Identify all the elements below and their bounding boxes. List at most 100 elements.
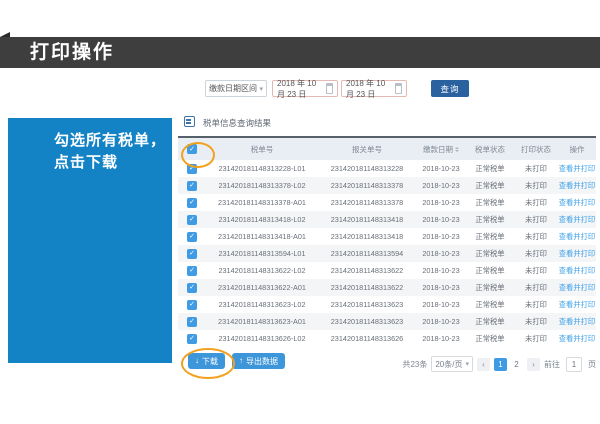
table-header-row: ✓ 税单号 报关单号 缴款日期 税单状态 打印状态 操作 [178, 138, 596, 160]
check-icon: ✓ [189, 284, 195, 291]
cell-date: 2018-10-23 [416, 334, 466, 343]
table-row: ✓231420181148313378-A0123142018114831337… [178, 194, 596, 211]
cell-status: 正常税单 [466, 266, 514, 276]
row-checkbox[interactable]: ✓ [187, 198, 197, 208]
prev-page-button[interactable]: ‹ [477, 358, 490, 371]
row-checkbox[interactable]: ✓ [187, 334, 197, 344]
section-header: 税单信息查询结果 [178, 112, 596, 138]
calendar-icon [326, 83, 333, 94]
cell-tax_no: 231420181148313623-A01 [206, 317, 318, 326]
page-number-button[interactable]: 1 [494, 358, 507, 371]
cell-date: 2018-10-23 [416, 164, 466, 173]
results-section: 税单信息查询结果 ✓ 税单号 报关单号 缴款日期 税单状态 打印状态 操作 [178, 112, 596, 347]
view-print-link[interactable]: 查看并打印 [559, 232, 595, 242]
chevron-down-icon: ▾ [465, 360, 469, 368]
table-row: ✓ 231420181148313623-L0223142018114831362… [178, 296, 596, 313]
row-checkbox[interactable]: ✓ [187, 317, 197, 327]
table-body: ✓ 231420181148313228-L0123142018114831322… [178, 160, 596, 347]
cell-print_status: 未打印 [514, 249, 558, 259]
screenshot-root: 打印操作 缴款日期区间 ▾ 2018 年 10 月 23 日 2018 年 10… [0, 0, 600, 424]
check-icon: ✓ [189, 216, 195, 223]
export-data-button[interactable]: ↑ 导出数据 [232, 353, 285, 369]
cell-date: 2018-10-23 [416, 215, 466, 224]
cell-status: 正常税单 [466, 215, 514, 225]
cell-tax_no: 231420181148313626-L02 [206, 334, 318, 343]
cell-date: 2018-10-23 [416, 181, 466, 190]
cell-date: 2018-10-23 [416, 317, 466, 326]
document-icon [184, 116, 195, 127]
cell-print_status: 未打印 [514, 164, 558, 174]
row-checkbox[interactable]: ✓ [187, 300, 197, 310]
cell-tax_no: 231420181148313418-L02 [206, 215, 318, 224]
cell-date: 2018-10-23 [416, 232, 466, 241]
column-header-actions: 操作 [558, 144, 596, 155]
check-icon: ✓ [189, 301, 195, 308]
view-print-link[interactable]: 查看并打印 [559, 164, 595, 174]
view-print-link[interactable]: 查看并打印 [559, 249, 595, 259]
table-row: ✓ 231420181148313418-L0223142018114831341… [178, 211, 596, 228]
row-checkbox[interactable]: ✓ [187, 249, 197, 259]
cell-tax_no: 231420181148313622-L02 [206, 266, 318, 275]
view-print-link[interactable]: 查看并打印 [559, 215, 595, 225]
sort-icon[interactable] [455, 147, 459, 152]
instruction-text: 勾选所有税单， 点击下载 [54, 130, 166, 174]
cell-decl_no: 231420181148313622 [318, 283, 416, 292]
goto-page-input[interactable]: 1 [566, 357, 582, 372]
view-print-link[interactable]: 查看并打印 [559, 317, 595, 327]
calendar-icon [395, 83, 402, 94]
date-range-type-select[interactable]: 缴款日期区间 ▾ [205, 80, 267, 97]
row-checkbox[interactable]: ✓ [187, 283, 197, 293]
cell-date: 2018-10-23 [416, 300, 466, 309]
goto-suffix: 页 [588, 359, 596, 370]
cell-print_status: 未打印 [514, 198, 558, 208]
view-print-link[interactable]: 查看并打印 [559, 334, 595, 344]
instruction-panel: 勾选所有税单， 点击下载 [8, 118, 172, 363]
page-size-select[interactable]: 20条/页 ▾ [431, 356, 473, 372]
row-checkbox[interactable]: ✓ [187, 181, 197, 191]
view-print-link[interactable]: 查看并打印 [559, 300, 595, 310]
table-row: ✓231420181148313623-A0123142018114831362… [178, 313, 596, 330]
table-row: ✓ 231420181148313622-L0223142018114831362… [178, 262, 596, 279]
cell-decl_no: 231420181148313418 [318, 215, 416, 224]
date-to-value: 2018 年 10 月 23 日 [346, 78, 395, 100]
cell-decl_no: 231420181148313623 [318, 300, 416, 309]
date-to-input[interactable]: 2018 年 10 月 23 日 [341, 80, 407, 97]
cell-status: 正常税单 [466, 300, 514, 310]
chevron-down-icon: ▾ [259, 85, 263, 93]
total-count-label: 共23条 [402, 359, 427, 370]
cell-decl_no: 231420181148313622 [318, 266, 416, 275]
page-number-button[interactable]: 2 [510, 358, 523, 371]
row-checkbox[interactable]: ✓ [187, 266, 197, 276]
cell-tax_no: 231420181148313623-L02 [206, 300, 318, 309]
cell-decl_no: 231420181148313594 [318, 249, 416, 258]
column-header-pay-date[interactable]: 缴款日期 [416, 144, 466, 155]
cell-print_status: 未打印 [514, 266, 558, 276]
cell-decl_no: 231420181148313418 [318, 232, 416, 241]
cell-print_status: 未打印 [514, 181, 558, 191]
cell-tax_no: 231420181148313228-L01 [206, 164, 318, 173]
query-button[interactable]: 查询 [431, 80, 469, 97]
cell-date: 2018-10-23 [416, 249, 466, 258]
cell-decl_no: 231420181148313228 [318, 164, 416, 173]
column-header-tax-no: 税单号 [206, 144, 318, 155]
table-row: ✓231420181148313418-A0123142018114831341… [178, 228, 596, 245]
cell-print_status: 未打印 [514, 215, 558, 225]
highlight-ellipse-select-all [181, 142, 215, 168]
cell-tax_no: 231420181148313622-A01 [206, 283, 318, 292]
date-from-input[interactable]: 2018 年 10 月 23 日 [272, 80, 338, 97]
cell-print_status: 未打印 [514, 300, 558, 310]
row-checkbox[interactable]: ✓ [187, 232, 197, 242]
view-print-link[interactable]: 查看并打印 [559, 266, 595, 276]
cell-status: 正常税单 [466, 232, 514, 242]
next-page-button[interactable]: › [527, 358, 540, 371]
page-title: 打印操作 [30, 37, 114, 68]
cell-print_status: 未打印 [514, 317, 558, 327]
filter-bar: 缴款日期区间 ▾ 2018 年 10 月 23 日 2018 年 10 月 23… [0, 80, 600, 100]
date-range-type-label: 缴款日期区间 [209, 83, 257, 94]
check-icon: ✓ [189, 182, 195, 189]
view-print-link[interactable]: 查看并打印 [559, 283, 595, 293]
view-print-link[interactable]: 查看并打印 [559, 198, 595, 208]
view-print-link[interactable]: 查看并打印 [559, 181, 595, 191]
row-checkbox[interactable]: ✓ [187, 215, 197, 225]
cell-date: 2018-10-23 [416, 283, 466, 292]
